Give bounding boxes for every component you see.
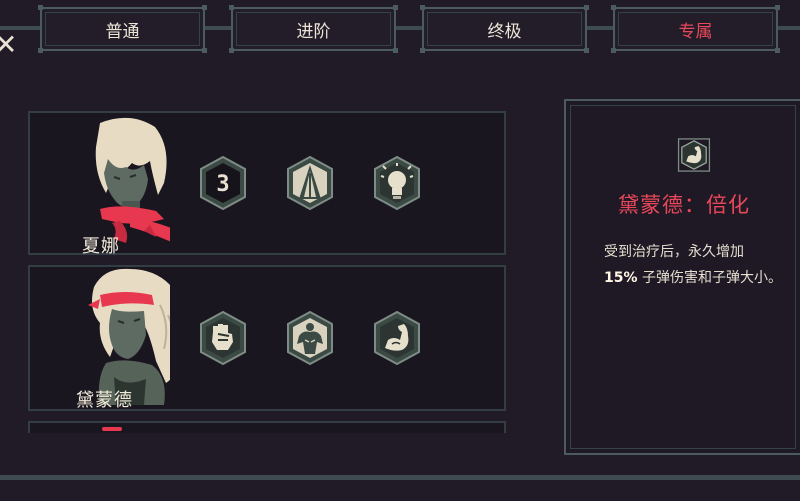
character-card-diamond[interactable]: 黛蒙德 xyxy=(28,265,506,411)
character-name: 夏娜 xyxy=(82,236,120,257)
character-perk-list[interactable]: 夏娜 3 黛蒙德 xyxy=(28,111,506,433)
perk-desc-highlight: 15% xyxy=(604,270,638,286)
character-card-partial[interactable] xyxy=(28,421,506,433)
tab-label: 普通 xyxy=(105,21,140,42)
perk-desc-after: 子弹伤害和子弹大小。 xyxy=(637,270,782,286)
partial-portrait xyxy=(102,427,122,431)
character-card-shana[interactable]: 夏娜 3 xyxy=(28,111,506,257)
perk-number-label: 3 xyxy=(216,172,229,197)
diamond-portrait xyxy=(88,268,170,405)
tab-exclusive[interactable]: 专属 xyxy=(611,5,780,53)
number-3-hex-icon[interactable]: 3 xyxy=(198,155,248,211)
flexed-arm-hex-icon xyxy=(677,138,711,172)
character-name: 黛蒙德 xyxy=(76,390,133,411)
tab-label: 进阶 xyxy=(296,21,331,42)
tab-ultimate[interactable]: 终极 xyxy=(420,5,589,53)
spike-tree-hex-icon[interactable] xyxy=(285,155,335,211)
perk-detail-panel: 黛蒙德：倍化 受到治疗后，永久增加 15% 子弹伤害和子弹大小。 xyxy=(564,99,800,455)
tab-advanced[interactable]: 进阶 xyxy=(229,5,398,53)
fist-hex-icon[interactable] xyxy=(198,310,248,366)
tab-normal[interactable]: 普通 xyxy=(38,5,207,53)
perk-description: 受到治疗后，永久增加 15% 子弹伤害和子弹大小。 xyxy=(604,239,794,291)
tab-label: 专属 xyxy=(678,21,713,42)
tab-label: 终极 xyxy=(487,21,522,42)
flexed-arm-hex-icon[interactable] xyxy=(372,310,422,366)
lightbulb-hex-icon[interactable] xyxy=(372,155,422,211)
muscle-body-hex-icon[interactable] xyxy=(285,310,335,366)
bottom-frame-line xyxy=(0,475,800,480)
perk-title: 黛蒙德：倍化 xyxy=(618,193,750,217)
perk-desc-before: 受到治疗后，永久增加 xyxy=(604,244,744,260)
close-icon[interactable]: ✕ xyxy=(0,31,17,59)
